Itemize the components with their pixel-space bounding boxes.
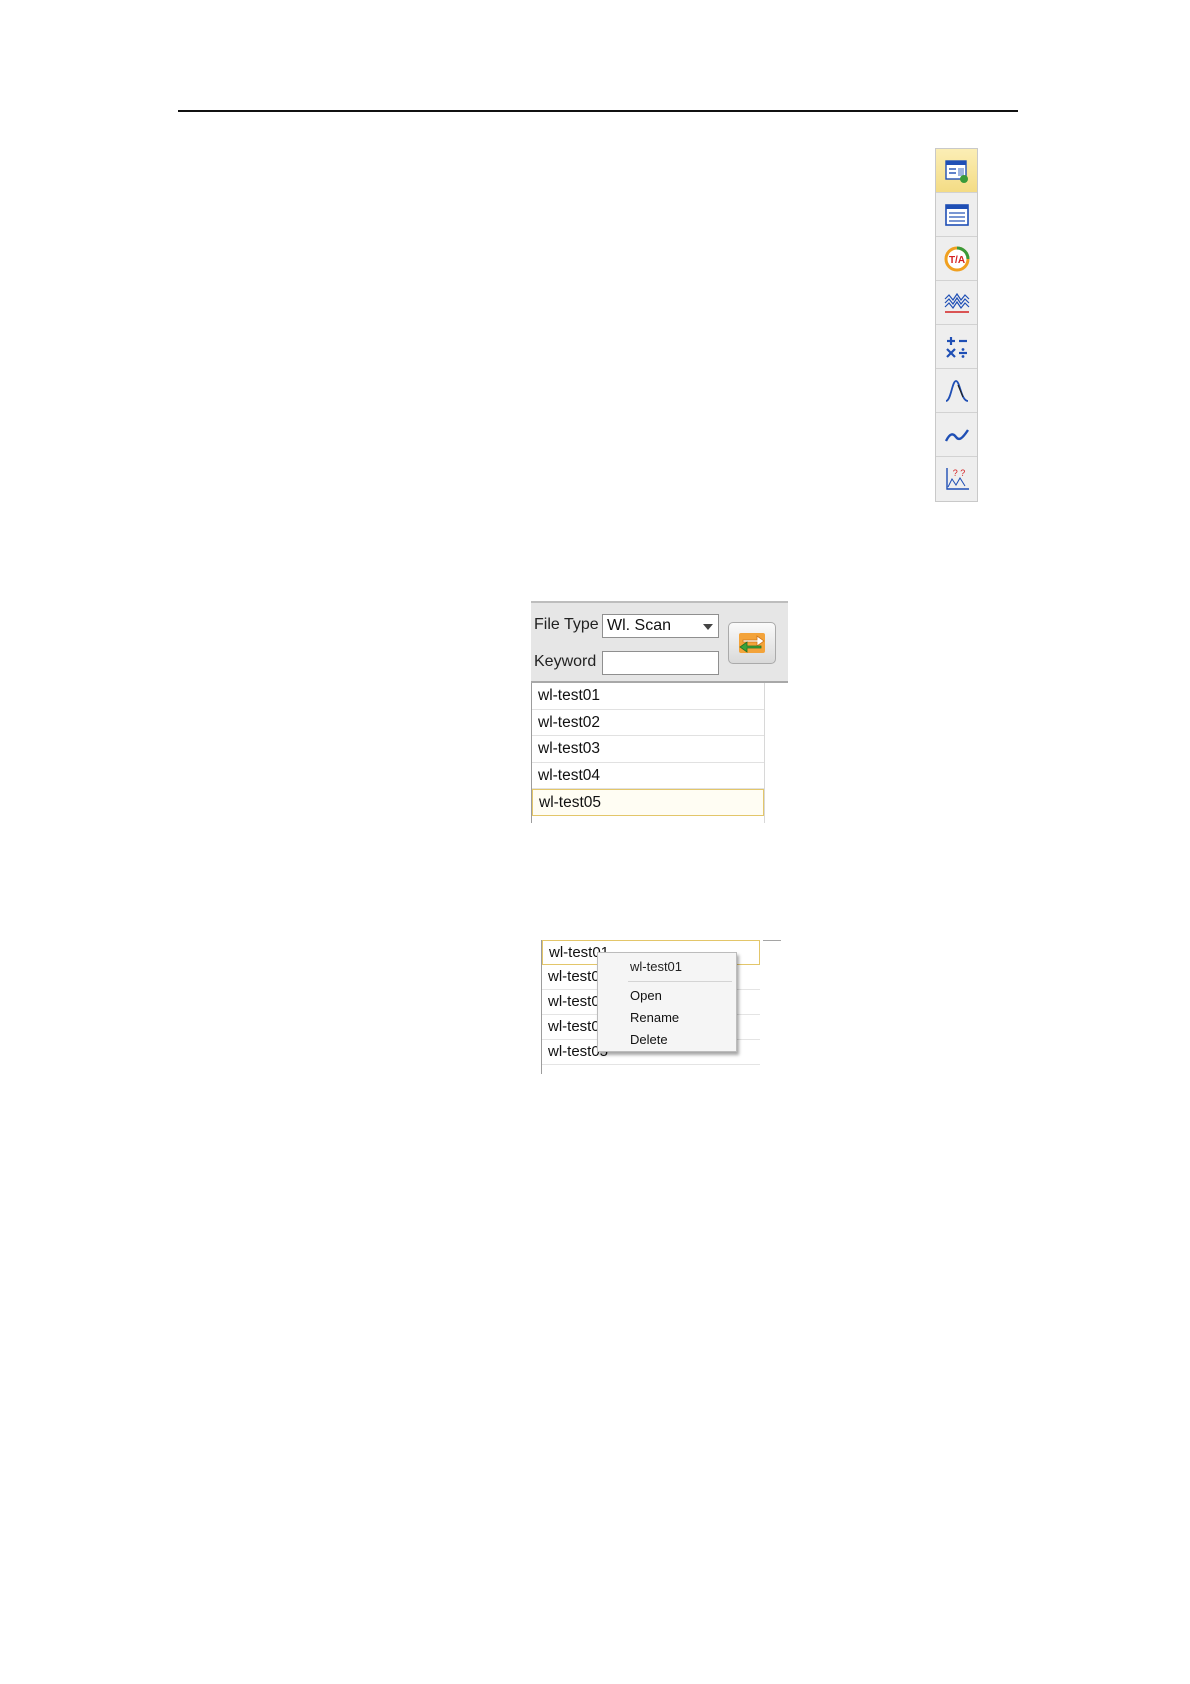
toolbar-button-smooth-curve[interactable] — [936, 413, 977, 457]
smooth-curve-icon — [944, 428, 969, 442]
arithmetic-icon — [945, 336, 967, 358]
toolbar-button-unknown-analysis[interactable]: ? ? — [936, 457, 977, 501]
file-type-label: File Type — [534, 616, 599, 633]
menu-item-delete[interactable]: Delete — [630, 1032, 668, 1047]
list-item[interactable]: wl-test02 — [532, 710, 764, 736]
ta-icon-label: T/A — [948, 255, 964, 266]
context-menu: wl-test01 Open Rename Delete — [597, 952, 737, 1052]
file-browser-panel: File Type Wl. Scan Keyword wl-test01 wl-… — [531, 601, 788, 823]
file-filter-bar: File Type Wl. Scan Keyword — [531, 601, 788, 683]
file-type-select[interactable]: Wl. Scan — [602, 614, 719, 638]
vertical-toolbar: T/A ? ? — [935, 148, 978, 502]
list-item-selected[interactable]: wl-test05 — [532, 789, 764, 816]
refresh-swap-icon — [739, 633, 765, 653]
context-menu-title: wl-test01 — [630, 959, 683, 974]
keyword-label: Keyword — [534, 653, 597, 670]
ta-icon: T/A — [944, 246, 969, 271]
window-list-icon — [944, 203, 969, 226]
unknown-analysis-icon: ? ? — [945, 468, 969, 490]
header-rule — [178, 110, 1018, 112]
toolbar-button-ta[interactable]: T/A — [936, 237, 977, 281]
toolbar-button-peak[interactable] — [936, 369, 977, 413]
unknown-analysis-label: ? ? — [952, 468, 965, 478]
chevron-down-icon — [703, 624, 713, 630]
toolbar-button-file-list[interactable] — [936, 149, 977, 193]
menu-separator — [628, 981, 732, 982]
keyword-input[interactable] — [602, 651, 719, 675]
multi-spectrum-icon — [944, 292, 969, 313]
file-list: wl-test01 wl-test02 wl-test03 wl-test04 … — [531, 683, 765, 823]
file-list-icon — [944, 159, 968, 183]
list-item[interactable]: wl-test03 — [532, 736, 764, 763]
toolbar-button-window-list[interactable] — [936, 193, 977, 237]
file-type-value: Wl. Scan — [607, 617, 672, 634]
menu-item-open[interactable]: Open — [630, 988, 662, 1003]
toolbar-button-multi-spectrum[interactable] — [936, 281, 977, 325]
peak-icon — [945, 379, 968, 402]
menu-item-rename[interactable]: Rename — [630, 1010, 679, 1025]
list-item[interactable]: wl-test04 — [532, 763, 764, 789]
context-menu-view: wl-test01 wl-test02 wl-test03 wl-test04 … — [541, 940, 781, 1076]
toolbar-button-arithmetic[interactable] — [936, 325, 977, 369]
list-item[interactable]: wl-test01 — [532, 683, 764, 710]
refresh-button[interactable] — [728, 622, 776, 664]
